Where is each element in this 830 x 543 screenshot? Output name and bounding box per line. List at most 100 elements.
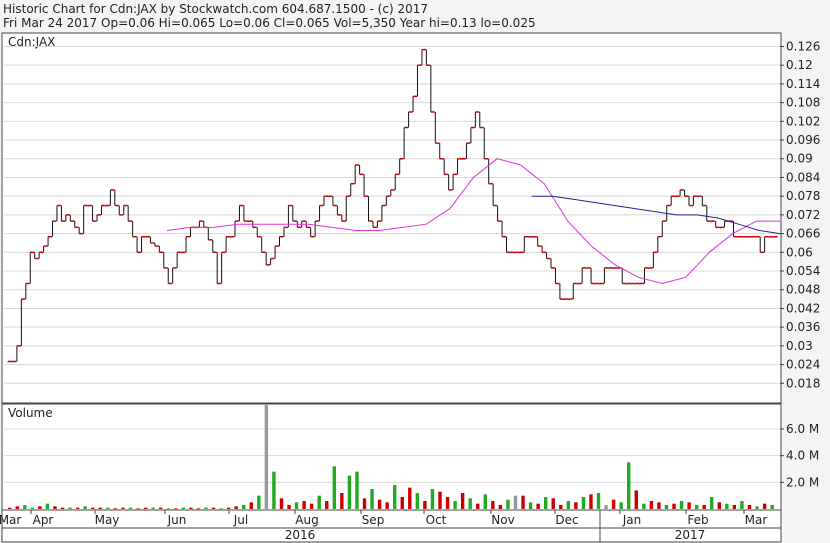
x-month-label: Mar [0, 513, 21, 527]
volume-bar [672, 503, 676, 509]
volume-tick-label: 4.0 M [786, 449, 819, 463]
volume-bar [151, 507, 155, 509]
price-tick-label: 0.024 [786, 358, 820, 372]
volume-bar [611, 499, 616, 509]
volume-bar [370, 489, 374, 509]
volume-bar [574, 502, 578, 509]
volume-bar [543, 497, 548, 509]
volume-bar [747, 505, 752, 509]
volume-bar [30, 507, 35, 509]
volume-bar [566, 501, 571, 509]
volume-bar [332, 466, 337, 509]
volume-bar [664, 505, 669, 509]
volume-tick-label: 6.0 M [786, 422, 819, 436]
volume-bar [468, 498, 472, 509]
volume-bar [106, 507, 110, 509]
price-tick-label: 0.096 [786, 133, 820, 147]
volume-bar [649, 501, 654, 509]
x-month-label: Mar [745, 513, 768, 527]
volume-bar [226, 507, 231, 509]
price-tick-label: 0.126 [786, 39, 820, 53]
x-month-label: Oct [426, 513, 447, 527]
volume-bar [430, 489, 435, 509]
volume-bar [211, 507, 216, 509]
x-month-label: Jul [233, 513, 248, 527]
volume-bar [604, 505, 608, 509]
volume-bar [498, 505, 503, 509]
volume-bar [619, 502, 623, 509]
price-tick-label: 0.108 [786, 96, 820, 110]
volume-bar [445, 497, 450, 509]
volume-bar [755, 506, 759, 509]
volume-bar [634, 490, 638, 509]
volume-bar [219, 508, 223, 510]
x-month-label: Dec [555, 513, 578, 527]
volume-bar [679, 501, 684, 509]
volume-bar [717, 502, 722, 509]
volume-bar [559, 505, 563, 509]
price-tick-label: 0.12 [786, 58, 813, 72]
volume-bar [551, 498, 555, 509]
volume-bar [272, 471, 276, 509]
volume-bar [302, 501, 306, 509]
volume-bar [23, 505, 27, 509]
volume-bar [694, 505, 699, 509]
volume-bar [687, 502, 691, 509]
price-tick-label: 0.042 [786, 301, 820, 315]
price-tick-label: 0.066 [786, 227, 820, 241]
volume-bar [98, 507, 102, 509]
x-month-label: Apr [33, 513, 54, 527]
volume-bar [136, 508, 140, 510]
volume-bar [264, 405, 269, 509]
volume-panel-label: Volume [8, 406, 53, 420]
price-tick-label: 0.114 [786, 77, 820, 91]
volume-bar [521, 495, 525, 509]
volume-bar [702, 505, 706, 509]
volume-bar [174, 508, 178, 510]
volume-bar [181, 507, 186, 509]
volume-bar [725, 503, 729, 509]
price-tick-label: 0.102 [786, 114, 820, 128]
volume-bar [257, 495, 261, 509]
volume-bar [460, 493, 465, 509]
price-tick-label: 0.036 [786, 320, 820, 334]
price-tick-label: 0.072 [786, 208, 820, 222]
volume-bar [242, 505, 246, 509]
volume-bar [408, 487, 412, 509]
volume-bar [309, 503, 314, 509]
price-tick-label: 0.048 [786, 283, 820, 297]
volume-bar [438, 491, 442, 509]
price-tick-label: 0.09 [786, 152, 813, 166]
volume-bar [385, 502, 389, 509]
volume-bar [393, 485, 397, 509]
volume-bar [513, 495, 518, 509]
x-month-label: Sep [362, 513, 385, 527]
volume-bar [589, 494, 593, 509]
x-month-label: May [95, 513, 120, 527]
volume-bar [423, 501, 427, 509]
x-month-label: Aug [295, 513, 318, 527]
volume-bar [657, 502, 661, 509]
chart-frame: Historic Chart for Cdn:JAX by Stockwatch… [0, 0, 830, 543]
volume-bar [377, 499, 382, 509]
volume-bar [325, 501, 329, 509]
volume-bar [536, 503, 540, 509]
volume-bar [121, 507, 125, 509]
volume-bar [8, 507, 12, 509]
volume-bar [581, 497, 586, 509]
volume-bar [596, 493, 601, 509]
volume-bar [38, 506, 42, 509]
volume-bar [166, 508, 170, 510]
volume-bar [75, 507, 80, 509]
price-tick-label: 0.054 [786, 264, 820, 278]
volume-bar [83, 506, 87, 509]
price-axis-ticks: 0.126 0.12 0.114 0.108 0.102 0.096 0.09 0.084 0.… [780, 39, 820, 390]
volume-bar [234, 506, 238, 509]
volume-bar [196, 508, 201, 510]
volume-bar [317, 495, 321, 509]
volume-bar [740, 501, 744, 509]
volume-panel [1, 403, 782, 511]
volume-bar [249, 502, 253, 509]
x-month-label: Feb [687, 513, 708, 527]
volume-bar [528, 502, 533, 509]
